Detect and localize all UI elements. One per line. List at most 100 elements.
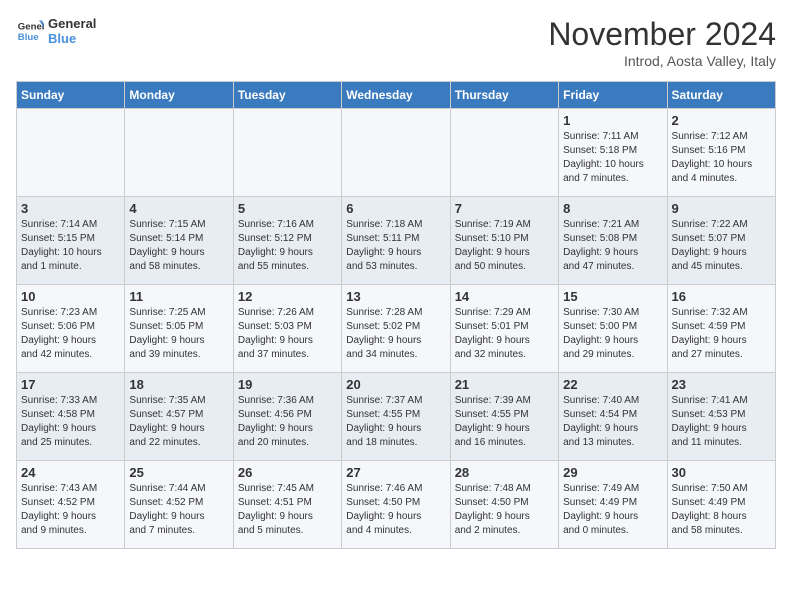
day-info: Sunrise: 7:32 AM Sunset: 4:59 PM Dayligh…	[672, 306, 771, 362]
calendar-cell: 6 Sunrise: 7:18 AM Sunset: 5:11 PM Daylig…	[342, 197, 450, 285]
day-info: Sunrise: 7:19 AM Sunset: 5:10 PM Dayligh…	[455, 218, 554, 274]
calendar-cell	[450, 109, 558, 197]
calendar-cell: 15 Sunrise: 7:30 AM Sunset: 5:00 PM Dayli…	[559, 285, 667, 373]
day-info: Sunrise: 7:18 AM Sunset: 5:11 PM Dayligh…	[346, 218, 445, 274]
header: General Blue General Blue November 2024 …	[16, 16, 776, 69]
calendar-cell: 10 Sunrise: 7:23 AM Sunset: 5:06 PM Dayli…	[17, 285, 125, 373]
calendar-cell: 14 Sunrise: 7:29 AM Sunset: 5:01 PM Dayli…	[450, 285, 558, 373]
day-info: Sunrise: 7:46 AM Sunset: 4:50 PM Dayligh…	[346, 482, 445, 538]
svg-text:Blue: Blue	[18, 32, 39, 43]
day-number: 4	[129, 201, 228, 216]
location: Introd, Aosta Valley, Italy	[548, 53, 776, 69]
weekday-header: Wednesday	[342, 82, 450, 109]
day-number: 28	[455, 465, 554, 480]
calendar-cell: 27 Sunrise: 7:46 AM Sunset: 4:50 PM Dayli…	[342, 461, 450, 549]
calendar-cell	[342, 109, 450, 197]
day-info: Sunrise: 7:41 AM Sunset: 4:53 PM Dayligh…	[672, 394, 771, 450]
day-info: Sunrise: 7:33 AM Sunset: 4:58 PM Dayligh…	[21, 394, 120, 450]
calendar-cell	[125, 109, 233, 197]
day-number: 23	[672, 377, 771, 392]
svg-text:General: General	[18, 21, 44, 32]
title-block: November 2024 Introd, Aosta Valley, Ital…	[548, 16, 776, 69]
calendar-cell: 5Sunrise: 7:16 AM Sunset: 5:12 PM Daylig…	[233, 197, 341, 285]
logo: General Blue General Blue	[16, 16, 96, 46]
day-info: Sunrise: 7:37 AM Sunset: 4:55 PM Dayligh…	[346, 394, 445, 450]
calendar-cell: 8 Sunrise: 7:21 AM Sunset: 5:08 PM Daylig…	[559, 197, 667, 285]
day-number: 14	[455, 289, 554, 304]
calendar-cell	[233, 109, 341, 197]
day-number: 13	[346, 289, 445, 304]
day-number: 11	[129, 289, 228, 304]
weekday-header: Friday	[559, 82, 667, 109]
day-number: 10	[21, 289, 120, 304]
calendar-cell: 29 Sunrise: 7:49 AM Sunset: 4:49 PM Dayli…	[559, 461, 667, 549]
day-number: 7	[455, 201, 554, 216]
calendar-cell: 13 Sunrise: 7:28 AM Sunset: 5:02 PM Dayli…	[342, 285, 450, 373]
calendar-cell: 4 Sunrise: 7:15 AM Sunset: 5:14 PM Daylig…	[125, 197, 233, 285]
calendar-week-row: 17 Sunrise: 7:33 AM Sunset: 4:58 PM Dayli…	[17, 373, 776, 461]
day-info: Sunrise: 7:49 AM Sunset: 4:49 PM Dayligh…	[563, 482, 662, 538]
day-number: 19	[238, 377, 337, 392]
calendar-cell: 9 Sunrise: 7:22 AM Sunset: 5:07 PM Daylig…	[667, 197, 775, 285]
day-number: 6	[346, 201, 445, 216]
calendar-cell: 30Sunrise: 7:50 AM Sunset: 4:49 PM Dayli…	[667, 461, 775, 549]
day-info: Sunrise: 7:29 AM Sunset: 5:01 PM Dayligh…	[455, 306, 554, 362]
day-number: 3	[21, 201, 120, 216]
weekday-header: Saturday	[667, 82, 775, 109]
calendar-week-row: 10 Sunrise: 7:23 AM Sunset: 5:06 PM Dayli…	[17, 285, 776, 373]
calendar-cell: 19 Sunrise: 7:36 AM Sunset: 4:56 PM Dayli…	[233, 373, 341, 461]
day-number: 16	[672, 289, 771, 304]
month-title: November 2024	[548, 16, 776, 53]
calendar-cell: 1Sunrise: 7:11 AM Sunset: 5:18 PM Daylig…	[559, 109, 667, 197]
calendar-table: SundayMondayTuesdayWednesdayThursdayFrid…	[16, 81, 776, 549]
calendar-week-row: 3Sunrise: 7:14 AM Sunset: 5:15 PM Daylig…	[17, 197, 776, 285]
logo-line2: Blue	[48, 31, 96, 46]
day-info: Sunrise: 7:15 AM Sunset: 5:14 PM Dayligh…	[129, 218, 228, 274]
day-info: Sunrise: 7:35 AM Sunset: 4:57 PM Dayligh…	[129, 394, 228, 450]
calendar-cell: 11Sunrise: 7:25 AM Sunset: 5:05 PM Dayli…	[125, 285, 233, 373]
day-info: Sunrise: 7:11 AM Sunset: 5:18 PM Dayligh…	[563, 130, 662, 186]
day-number: 29	[563, 465, 662, 480]
day-number: 5	[238, 201, 337, 216]
day-info: Sunrise: 7:30 AM Sunset: 5:00 PM Dayligh…	[563, 306, 662, 362]
calendar-cell: 22Sunrise: 7:40 AM Sunset: 4:54 PM Dayli…	[559, 373, 667, 461]
weekday-header: Sunday	[17, 82, 125, 109]
day-info: Sunrise: 7:50 AM Sunset: 4:49 PM Dayligh…	[672, 482, 771, 538]
day-number: 24	[21, 465, 120, 480]
calendar-cell	[17, 109, 125, 197]
calendar-cell: 16 Sunrise: 7:32 AM Sunset: 4:59 PM Dayli…	[667, 285, 775, 373]
day-number: 8	[563, 201, 662, 216]
day-number: 15	[563, 289, 662, 304]
calendar-cell: 23 Sunrise: 7:41 AM Sunset: 4:53 PM Dayli…	[667, 373, 775, 461]
calendar-cell: 7 Sunrise: 7:19 AM Sunset: 5:10 PM Daylig…	[450, 197, 558, 285]
calendar-cell: 26 Sunrise: 7:45 AM Sunset: 4:51 PM Dayli…	[233, 461, 341, 549]
calendar-cell: 3Sunrise: 7:14 AM Sunset: 5:15 PM Daylig…	[17, 197, 125, 285]
logo-line1: General	[48, 16, 96, 31]
day-info: Sunrise: 7:36 AM Sunset: 4:56 PM Dayligh…	[238, 394, 337, 450]
day-number: 21	[455, 377, 554, 392]
calendar-cell: 24 Sunrise: 7:43 AM Sunset: 4:52 PM Dayli…	[17, 461, 125, 549]
logo-icon: General Blue	[16, 17, 44, 45]
calendar-week-row: 1Sunrise: 7:11 AM Sunset: 5:18 PM Daylig…	[17, 109, 776, 197]
day-info: Sunrise: 7:43 AM Sunset: 4:52 PM Dayligh…	[21, 482, 120, 538]
day-info: Sunrise: 7:39 AM Sunset: 4:55 PM Dayligh…	[455, 394, 554, 450]
day-number: 20	[346, 377, 445, 392]
weekday-header: Thursday	[450, 82, 558, 109]
day-info: Sunrise: 7:26 AM Sunset: 5:03 PM Dayligh…	[238, 306, 337, 362]
day-info: Sunrise: 7:45 AM Sunset: 4:51 PM Dayligh…	[238, 482, 337, 538]
calendar-cell: 21 Sunrise: 7:39 AM Sunset: 4:55 PM Dayli…	[450, 373, 558, 461]
day-info: Sunrise: 7:28 AM Sunset: 5:02 PM Dayligh…	[346, 306, 445, 362]
day-number: 27	[346, 465, 445, 480]
day-number: 12	[238, 289, 337, 304]
day-number: 17	[21, 377, 120, 392]
day-info: Sunrise: 7:21 AM Sunset: 5:08 PM Dayligh…	[563, 218, 662, 274]
day-number: 26	[238, 465, 337, 480]
day-number: 25	[129, 465, 228, 480]
day-info: Sunrise: 7:22 AM Sunset: 5:07 PM Dayligh…	[672, 218, 771, 274]
calendar-cell: 17 Sunrise: 7:33 AM Sunset: 4:58 PM Dayli…	[17, 373, 125, 461]
calendar-cell: 25Sunrise: 7:44 AM Sunset: 4:52 PM Dayli…	[125, 461, 233, 549]
day-info: Sunrise: 7:23 AM Sunset: 5:06 PM Dayligh…	[21, 306, 120, 362]
day-number: 18	[129, 377, 228, 392]
day-number: 9	[672, 201, 771, 216]
day-number: 22	[563, 377, 662, 392]
